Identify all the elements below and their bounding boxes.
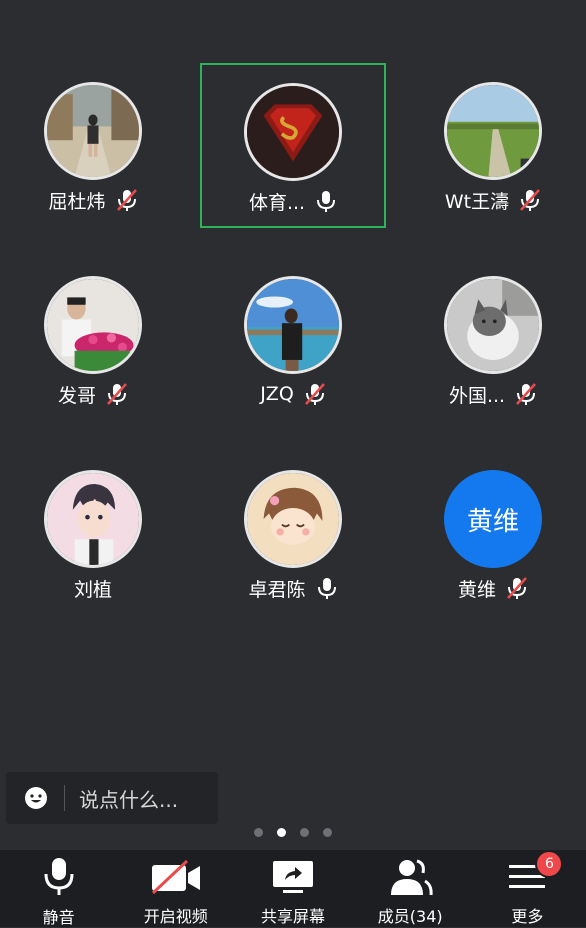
participant-avatar [244,276,342,374]
participant-tile[interactable]: 刘植 [0,450,186,615]
page-dot[interactable] [254,828,263,837]
participant-tile[interactable]: 外国... [400,256,586,421]
participant-name: 屈杜炜 [48,190,106,213]
video-off-icon [151,859,200,894]
participant-name: 黄维 [457,578,496,601]
participant-name: JZQ [260,383,294,405]
mic-on-icon [317,578,336,599]
participant-tile[interactable]: 屈杜炜 [0,62,186,227]
mic-muted-icon [520,189,541,211]
chat-divider [64,785,65,811]
participant-name: Wt王濤 [444,190,510,213]
more-button[interactable]: 6 更多 [469,850,586,927]
participant-name: 刘植 [73,578,112,601]
mic-muted-icon [107,383,127,405]
participant-name: 体育... [248,191,306,214]
participant-name: 外国... [448,384,506,407]
share-screen-label: 共享屏幕 [261,907,326,926]
emoji-icon[interactable] [24,786,48,810]
mic-muted-icon [516,383,536,405]
participant-name: 卓君陈 [248,578,306,601]
participant-avatar [444,82,542,180]
participant-avatar [244,83,342,181]
participant-tile[interactable]: Wt王濤 [400,62,586,227]
mic-on-icon [317,191,336,212]
chat-input[interactable]: 说点什么... [6,772,218,824]
participant-tile[interactable]: 卓君陈 [200,450,386,615]
participant-avatar [44,276,142,374]
bottom-toolbar: 静音 开启视频 共享屏幕 成员(34) 6 更多 [0,850,586,927]
participant-avatar [244,470,342,568]
page-indicator [0,828,586,837]
chat-placeholder: 说点什么... [79,787,179,812]
mic-muted-icon [304,383,325,405]
more-label: 更多 [511,907,544,926]
participant-avatar [44,82,142,180]
members-button[interactable]: 成员(34) [352,850,469,927]
participant-avatar [44,470,142,568]
members-icon [391,859,433,895]
participant-avatar-initials: 黄维 [444,470,542,568]
page-dot[interactable] [300,828,309,837]
participant-tile[interactable]: 发哥 [0,256,186,421]
start-video-button[interactable]: 开启视频 [117,850,234,927]
share-screen-button[interactable]: 共享屏幕 [234,850,351,927]
participant-tile-active[interactable]: 体育... [200,63,386,228]
participant-tile[interactable]: 黄维 黄维 [400,450,586,615]
mic-muted-icon [116,189,137,211]
participant-tile[interactable]: JZQ [200,256,386,421]
participant-name: 发哥 [57,384,96,407]
mic-muted-icon [507,577,527,599]
notification-badge: 6 [535,850,564,878]
mute-button[interactable]: 静音 [0,850,117,927]
participant-avatar [444,276,542,374]
members-label: 成员(34) [377,907,443,926]
participant-grid: 屈杜炜 体育... Wt王濤 发哥 JZQ 外国... 刘植 卓君陈 黄维 黄维 [0,0,586,660]
microphone-icon [44,858,74,895]
share-screen-icon [273,860,313,893]
page-dot[interactable] [323,828,332,837]
mute-label: 静音 [42,908,75,927]
start-video-label: 开启视频 [143,907,208,926]
page-dot-current[interactable] [277,828,286,837]
